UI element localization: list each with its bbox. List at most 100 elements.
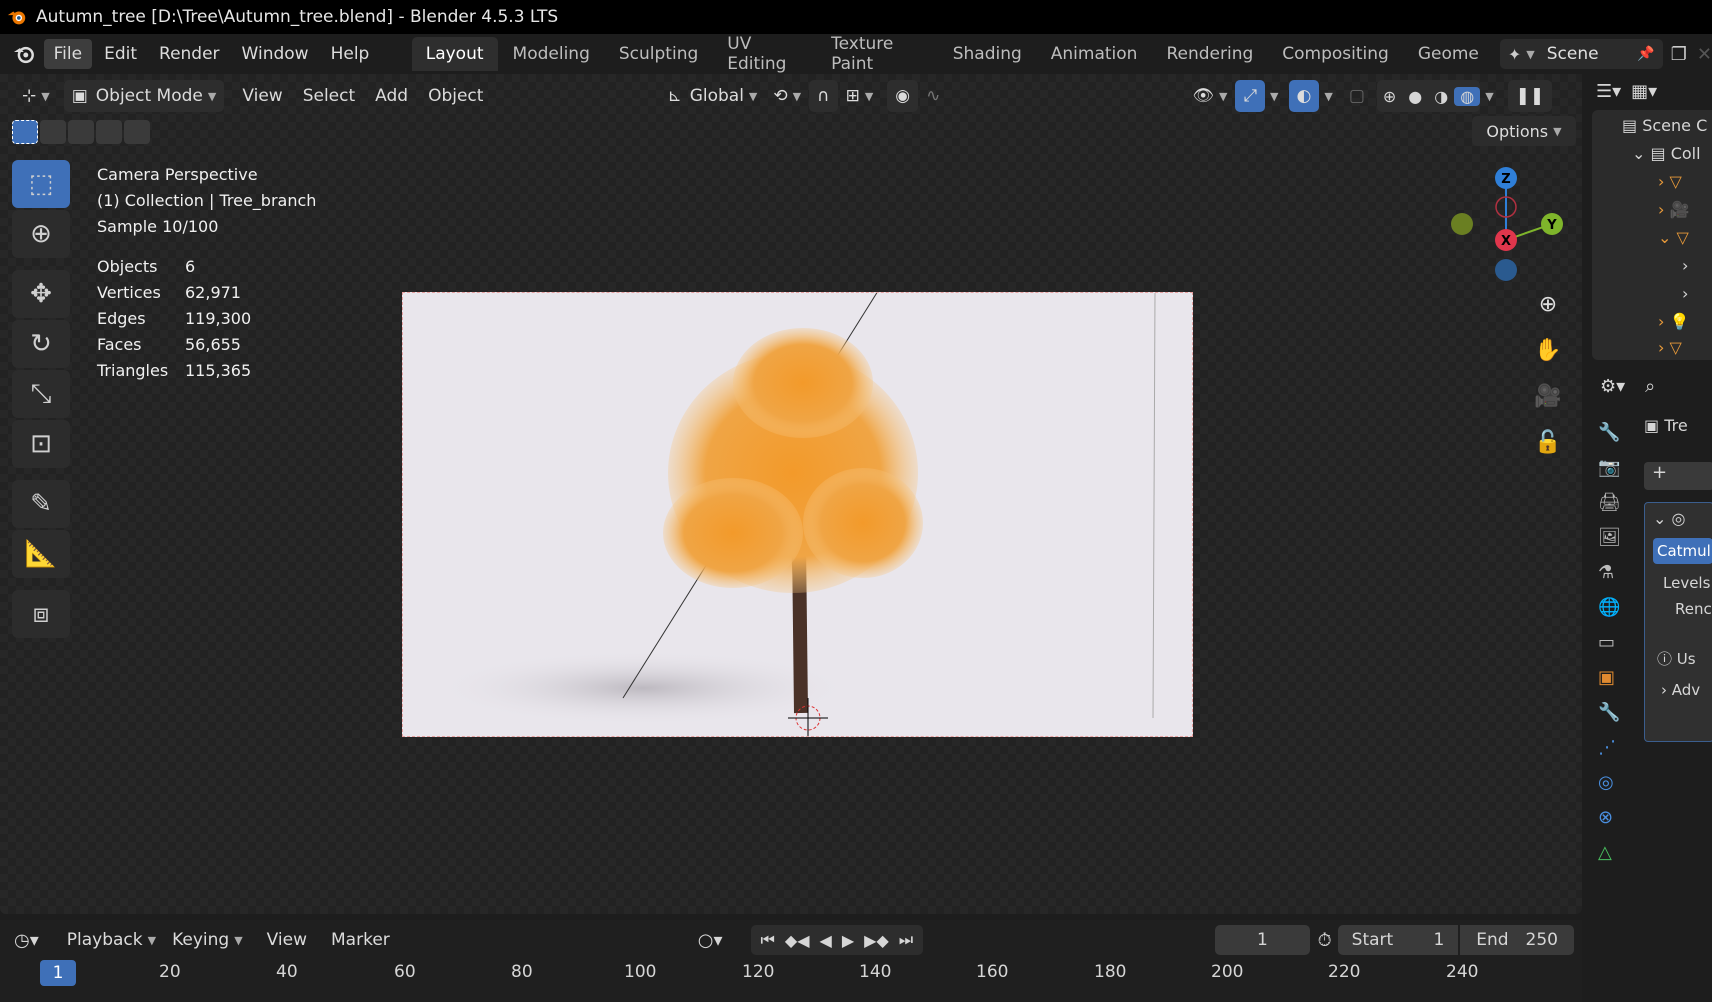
frame-ruler[interactable]: 1 20 40 60 80 100 120 140 160 180 200 22… [0, 956, 1582, 990]
select-box-tool[interactable]: ⬚ [12, 160, 70, 208]
overlay-toggle[interactable]: ◐ [1288, 80, 1320, 112]
menu-render[interactable]: Render [149, 39, 230, 69]
neg-z-axis-icon[interactable] [1495, 259, 1517, 281]
expand-down-icon[interactable]: ⌄ [1632, 144, 1651, 163]
move-tool[interactable]: ✥ [12, 270, 70, 318]
render-tab-icon[interactable]: 📷 [1598, 457, 1621, 478]
delete-scene-icon[interactable]: ✕ [1697, 44, 1712, 65]
tab-uv-editing[interactable]: UV Editing [713, 27, 816, 81]
select-subtract-icon[interactable] [68, 120, 94, 144]
overlay-dropdown[interactable]: ▼ [1324, 90, 1332, 103]
outliner-row[interactable]: › [1682, 284, 1688, 303]
lock-icon[interactable]: 🔓 [1530, 424, 1566, 460]
pause-render-button[interactable]: ❚❚ [1507, 80, 1553, 112]
cursor-tool[interactable]: ⊕ [12, 210, 70, 258]
tab-rendering[interactable]: Rendering [1152, 37, 1267, 71]
add-modifier-button[interactable]: + [1644, 462, 1712, 490]
add-cube-tool[interactable]: ⧈ [12, 590, 70, 638]
zoom-icon[interactable]: ⊕ [1530, 286, 1566, 322]
blender-menu-icon[interactable] [12, 42, 36, 66]
select-extend-icon[interactable] [40, 120, 66, 144]
transform-orientation[interactable]: ⊾ Global ▼ [659, 80, 765, 112]
tab-texture-paint[interactable]: Texture Paint [817, 27, 938, 81]
annotate-tool[interactable]: ✎ [12, 480, 70, 528]
timeline-editor-icon[interactable]: ◷▾ [14, 930, 39, 951]
outliner-row[interactable]: ⌄ ▽ [1658, 228, 1689, 247]
play-reverse-icon[interactable]: ◀ [816, 931, 836, 950]
modifier-header[interactable]: ⌄ ◎ [1645, 503, 1712, 534]
display-mode-icon[interactable]: ▦▾ [1631, 81, 1657, 102]
tab-animation[interactable]: Animation [1037, 37, 1152, 71]
scene-tab-icon[interactable]: ⚗ [1598, 562, 1621, 583]
falloff-button[interactable]: ∿ [918, 80, 948, 112]
select-intersect-icon[interactable] [124, 120, 150, 144]
jump-end-icon[interactable]: ⏭ [895, 930, 917, 950]
pivot-point-button[interactable]: ⟲ ▼ [765, 80, 809, 112]
rotate-tool[interactable]: ↻ [12, 320, 70, 368]
object-tab-icon[interactable]: ▣ [1598, 667, 1621, 688]
outliner-row[interactable]: › ▽ [1658, 338, 1682, 357]
outliner-row[interactable]: › [1682, 256, 1688, 275]
material-shading-icon[interactable]: ◑ [1428, 87, 1454, 106]
mode-selector[interactable]: ▣ Object Mode ▼ [63, 80, 225, 112]
menu-file[interactable]: File [43, 39, 93, 69]
menu-window[interactable]: Window [232, 39, 319, 69]
tab-modeling[interactable]: Modeling [499, 37, 604, 71]
keying-menu[interactable]: Keying ▼ [164, 924, 251, 956]
rendered-shading-icon[interactable]: ◍ [1454, 86, 1481, 106]
scene-selector[interactable]: ✦ ▼ Scene 📌 [1499, 39, 1663, 69]
collection-tab-icon[interactable]: ▭ [1598, 632, 1621, 653]
constraints-tab-icon[interactable]: ⊗ [1598, 807, 1621, 828]
menu-select[interactable]: Select [295, 80, 363, 112]
transform-tool[interactable]: ⊡ [12, 420, 70, 468]
select-new-icon[interactable] [12, 120, 38, 144]
proportional-edit-button[interactable]: ◉ [887, 80, 919, 112]
view-layer-tab-icon[interactable]: 🖼 [1598, 527, 1621, 548]
visibility-button[interactable]: 👁 ▼ [1184, 80, 1235, 112]
editor-type-button[interactable]: ⊹ ▼ [14, 80, 58, 112]
current-frame-field[interactable]: 1 [1215, 925, 1310, 955]
current-frame-indicator[interactable]: 1 [40, 960, 76, 986]
outliner-row[interactable]: › 🎥 [1658, 200, 1689, 219]
solid-shading-icon[interactable]: ● [1402, 87, 1428, 106]
pin-icon[interactable]: 📌 [1637, 46, 1654, 62]
modifier-tab-icon[interactable]: 🔧 [1598, 702, 1621, 723]
outliner-editor-icon[interactable]: ☰▾ [1596, 81, 1621, 102]
pan-hand-icon[interactable]: ✋ [1530, 332, 1566, 368]
snap-target-button[interactable]: ⊞ ▼ [838, 80, 882, 112]
menu-add[interactable]: Add [367, 80, 416, 112]
menu-view[interactable]: View [234, 80, 290, 112]
camera-view-icon[interactable]: 🎥 [1530, 378, 1566, 414]
tab-sculpting[interactable]: Sculpting [605, 37, 712, 71]
particles-tab-icon[interactable]: ⋰ [1598, 737, 1621, 758]
auto-keying-icon[interactable]: ○▾ [698, 930, 723, 951]
advanced-subpanel[interactable]: › Adv [1661, 681, 1712, 699]
select-difference-icon[interactable] [96, 120, 122, 144]
scale-tool[interactable]: ⤡ [12, 370, 70, 418]
stopwatch-icon[interactable]: ⏱ [1318, 930, 1332, 951]
options-button[interactable]: Options ▼ [1472, 116, 1576, 146]
output-tab-icon[interactable]: 🖨 [1598, 492, 1621, 513]
shading-dropdown[interactable]: ▼ [1485, 90, 1493, 103]
new-scene-icon[interactable]: ❐ [1671, 44, 1687, 65]
gizmo-toggle[interactable]: ⤢ [1235, 80, 1266, 112]
gizmo-dropdown[interactable]: ▼ [1270, 90, 1278, 103]
tab-shading[interactable]: Shading [939, 37, 1036, 71]
menu-object[interactable]: Object [420, 80, 491, 112]
outliner-row[interactable]: ▤ Scene C [1622, 116, 1707, 135]
use-limit-row[interactable]: ⓘ Us [1657, 648, 1712, 669]
camera-frame[interactable] [402, 292, 1193, 737]
snap-button[interactable]: ∩ [809, 80, 838, 112]
xray-toggle[interactable]: ▢ [1341, 80, 1373, 112]
outliner-row[interactable]: › 💡 [1658, 312, 1689, 331]
tab-compositing[interactable]: Compositing [1268, 37, 1403, 71]
data-tab-icon[interactable]: △ [1598, 842, 1621, 863]
wireframe-shading-icon[interactable]: ⊕ [1377, 87, 1402, 106]
jump-start-icon[interactable]: ⏮ [757, 930, 779, 950]
play-icon[interactable]: ▶ [838, 931, 858, 950]
prev-keyframe-icon[interactable]: ◆◀ [781, 931, 814, 950]
tab-layout[interactable]: Layout [411, 37, 498, 71]
tool-tab-icon[interactable]: 🔧 [1598, 422, 1621, 443]
neg-y-axis-icon[interactable] [1451, 213, 1473, 235]
navigation-gizmo[interactable]: Z Y X [1440, 164, 1570, 294]
